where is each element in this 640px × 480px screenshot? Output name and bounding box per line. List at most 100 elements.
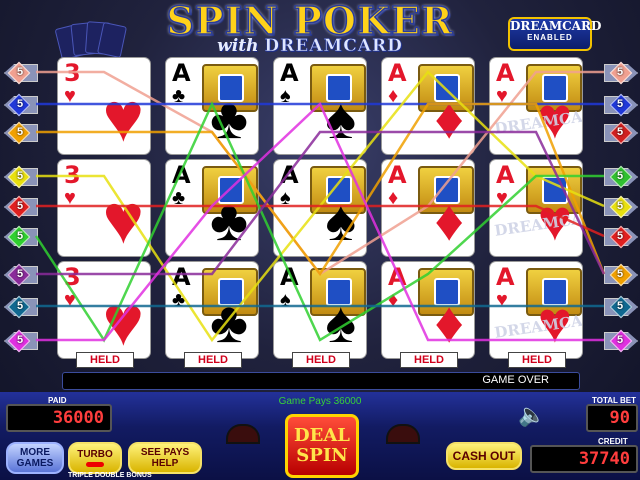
- payline-arrow-left: 5: [4, 61, 36, 85]
- status-text: GAME OVER: [482, 374, 549, 386]
- spin-label: SPIN: [296, 445, 348, 466]
- card-rank: A: [388, 263, 407, 291]
- card-suit-large: ♥: [102, 78, 144, 154]
- cash-out-button[interactable]: CASH OUT: [446, 442, 522, 470]
- turbo-label: TURBO: [77, 449, 113, 460]
- card-suit-small: ♠: [280, 289, 291, 311]
- decor-dome-right: [386, 424, 420, 444]
- card-rank: A: [388, 161, 407, 189]
- turbo-button[interactable]: TURBO: [68, 442, 122, 474]
- playing-card[interactable]: 3 ♥ ♥: [58, 160, 150, 256]
- card-rank: A: [280, 263, 299, 291]
- card-rank: 3: [64, 263, 81, 291]
- payline-arrow-left: 5: [4, 329, 36, 353]
- payline-arrow-right: 5: [604, 121, 636, 145]
- payline-number: 5: [16, 200, 24, 212]
- card-suit-large: ♣: [209, 86, 248, 151]
- payline-arrow-right: 5: [604, 195, 636, 219]
- payline-arrow-left: 5: [4, 93, 36, 117]
- see-pays-help-button[interactable]: SEE PAYS HELP: [128, 442, 202, 474]
- card-suit-small: ♥: [496, 289, 508, 311]
- turbo-indicator-light: [86, 462, 104, 467]
- payline-arrow-left: 5: [4, 121, 36, 145]
- payline-arrow-left: 5: [4, 195, 36, 219]
- payline-number: 5: [616, 170, 624, 182]
- card-rank: A: [388, 59, 407, 87]
- card-rank: A: [280, 161, 299, 189]
- payline-arrow-right: 5: [604, 263, 636, 287]
- payline-number: 5: [616, 200, 624, 212]
- decor-dome-left: [226, 424, 260, 444]
- payline-number: 5: [616, 268, 624, 280]
- held-indicator: HELD: [292, 352, 350, 368]
- payline-number: 5: [16, 170, 24, 182]
- playing-card[interactable]: A ♣ ♣: [166, 262, 258, 358]
- playing-card[interactable]: A ♣ ♣: [166, 58, 258, 154]
- card-rank: A: [172, 59, 191, 87]
- card-suit-small: ♥: [496, 187, 508, 209]
- game-screen: SPIN POKER with DREAMCARD DREAMCARD ENAB…: [0, 0, 640, 480]
- credit-meter: 37740: [530, 445, 638, 473]
- badge-line1: DREAMCARD: [510, 19, 602, 33]
- payline-number: 5: [616, 300, 624, 312]
- card-rank: 3: [64, 161, 81, 189]
- card-suit-small: ♥: [64, 289, 76, 311]
- playing-card[interactable]: A ♦ ♦: [382, 58, 474, 154]
- card-suit-small: ♠: [280, 187, 291, 209]
- deal-spin-button[interactable]: DEAL SPIN: [285, 414, 359, 478]
- payline-number: 5: [16, 126, 24, 138]
- card-rank: 3: [64, 59, 81, 87]
- playing-card[interactable]: A ♦ ♦: [382, 160, 474, 256]
- playing-card[interactable]: A ♠ ♠: [274, 160, 366, 256]
- payline-number: 5: [16, 300, 24, 312]
- playing-card[interactable]: 3 ♥ ♥: [58, 262, 150, 358]
- status-bar: GAME OVER: [62, 372, 580, 390]
- game-pays-text: Game Pays 36000: [278, 396, 362, 407]
- card-suit-small: ♠: [280, 85, 291, 107]
- playing-card[interactable]: A ♠ ♠: [274, 262, 366, 358]
- held-indicator: HELD: [76, 352, 134, 368]
- card-rank: A: [280, 59, 299, 87]
- payline-arrow-left: 5: [4, 295, 36, 319]
- card-suit-large: ♣: [209, 290, 248, 355]
- card-suit-large: ♣: [209, 188, 248, 253]
- playing-card[interactable]: A ♣ ♣: [166, 160, 258, 256]
- payline-arrow-right: 5: [604, 93, 636, 117]
- held-indicator: HELD: [508, 352, 566, 368]
- playing-card[interactable]: 3 ♥ ♥: [58, 58, 150, 154]
- payline-arrow-right: 5: [604, 225, 636, 249]
- game-title: SPIN POKER with DREAMCARD: [120, 1, 500, 57]
- speaker-icon[interactable]: 🔈: [518, 400, 552, 430]
- playing-card[interactable]: A ♥ ♥ DREAMCARD: [490, 160, 582, 256]
- payline-arrow-right: 5: [604, 165, 636, 189]
- playing-card[interactable]: A ♥ ♥ DREAMCARD: [490, 262, 582, 358]
- title-sub-with: with: [217, 36, 259, 56]
- payline-number: 5: [16, 66, 24, 78]
- held-indicator: HELD: [184, 352, 242, 368]
- game-name: TRIPLE DOUBLE BONUS: [68, 472, 152, 479]
- total-bet-meter: 90: [586, 404, 638, 432]
- deal-label: DEAL: [294, 425, 350, 446]
- card-suit-small: ♣: [172, 187, 186, 209]
- playing-card[interactable]: A ♦ ♦: [382, 262, 474, 358]
- more-games-button[interactable]: MORE GAMES: [6, 442, 64, 474]
- card-suit-large: ♦: [434, 188, 464, 253]
- card-suit-small: ♥: [64, 187, 76, 209]
- payline-number: 5: [616, 334, 624, 346]
- payline-number: 5: [16, 268, 24, 280]
- card-suit-small: ♦: [388, 85, 399, 107]
- playing-card[interactable]: A ♠ ♠: [274, 58, 366, 154]
- dreamcard-enabled-badge: DREAMCARD ENABLED: [508, 17, 602, 51]
- playing-card[interactable]: A ♥ ♥ DREAMCARD: [490, 58, 582, 154]
- card-suit-small: ♦: [388, 187, 399, 209]
- card-suit-large: ♥: [102, 282, 144, 358]
- payline-arrow-left: 5: [4, 165, 36, 189]
- payline-number: 5: [16, 230, 24, 242]
- title-sub-brand: DREAMCARD: [264, 36, 403, 57]
- payline-number: 5: [616, 126, 624, 138]
- payline-number: 5: [16, 98, 24, 110]
- card-rank: A: [496, 263, 515, 291]
- card-rank: A: [496, 161, 515, 189]
- paid-meter: 36000: [6, 404, 112, 432]
- payline-arrow-right: 5: [604, 61, 636, 85]
